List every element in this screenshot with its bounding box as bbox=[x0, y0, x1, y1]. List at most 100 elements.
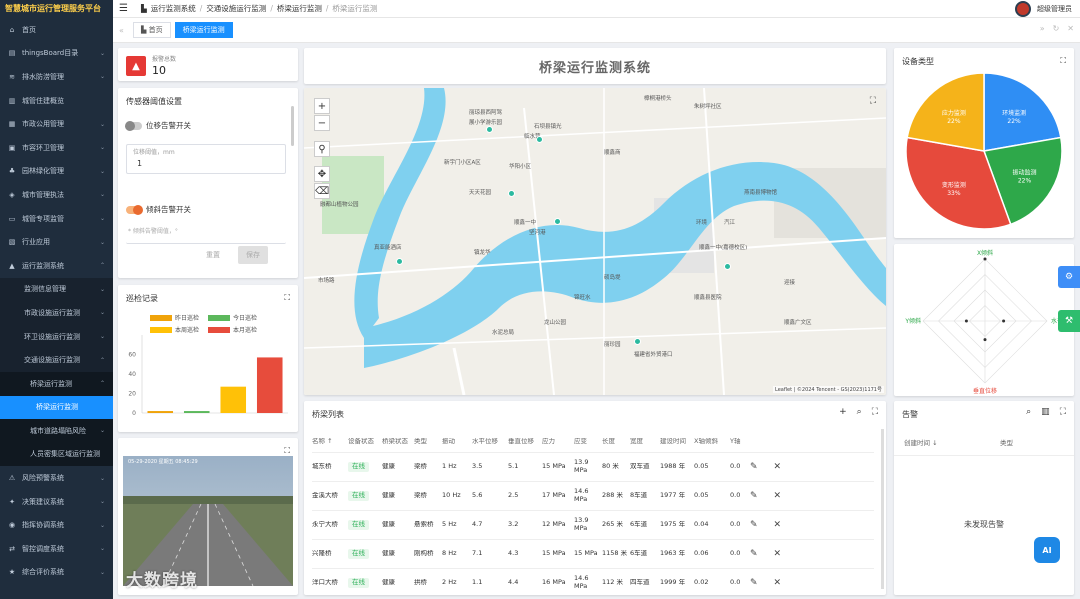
map-poi[interactable] bbox=[536, 136, 543, 143]
zoom-out-button[interactable]: − bbox=[314, 115, 330, 131]
search-icon[interactable]: ⌕ bbox=[1026, 407, 1031, 417]
bar[interactable] bbox=[220, 386, 247, 413]
table-row[interactable]: 金溪大桥 在线 健康 梁桥 10 Hz 5.6 2.5 17 MPa 14.6 MPa 288 米… bbox=[312, 482, 874, 511]
bar[interactable] bbox=[147, 411, 174, 413]
alarm-col-type[interactable]: 类型 bbox=[1000, 437, 1013, 447]
sidebar-item[interactable]: ▲ 运行监测系统 ⌃ bbox=[0, 254, 113, 278]
displacement-switch[interactable] bbox=[125, 120, 142, 131]
table-row[interactable]: 永宁大桥 在线 健康 悬索桥 5 Hz 4.7 3.2 12 MPa 13.9 MPa 265 米… bbox=[312, 511, 874, 540]
ai-assistant-icon[interactable]: AI bbox=[1034, 537, 1060, 563]
map-poi[interactable] bbox=[508, 190, 515, 197]
delete-icon[interactable]: ✕ bbox=[774, 520, 782, 530]
tools-side-icon[interactable]: ⚒ bbox=[1058, 310, 1080, 332]
sidebar-item[interactable]: 桥梁运行监测 bbox=[0, 395, 113, 420]
move-icon[interactable]: ✥ bbox=[314, 166, 330, 182]
delete-icon[interactable]: ✕ bbox=[774, 462, 782, 472]
displacement-input[interactable]: 位移阈值，mm 1 bbox=[126, 144, 286, 174]
alarm-col-time[interactable]: 创建时间 ↓ bbox=[904, 437, 938, 447]
sidebar-item[interactable]: ⌂ 首页 bbox=[0, 18, 113, 42]
breadcrumb-item[interactable]: 运行监测系统 bbox=[151, 3, 196, 14]
save-button[interactable]: 保存 bbox=[238, 246, 268, 264]
hamburger-icon[interactable]: ☰ bbox=[119, 3, 135, 14]
breadcrumb-item[interactable]: 交通设施运行监测 bbox=[206, 3, 266, 14]
zoom-in-button[interactable]: + bbox=[314, 98, 330, 114]
edit-icon[interactable]: ✎ bbox=[750, 578, 758, 588]
eraser-icon[interactable]: ⌫ bbox=[314, 183, 330, 199]
tag-bridge[interactable]: 桥梁运行监测 bbox=[174, 22, 233, 38]
column-header[interactable]: X轴倾斜 bbox=[694, 438, 730, 446]
sidebar-item[interactable]: ▭ 城管专项监管 ⌄ bbox=[0, 207, 113, 231]
sidebar-item[interactable]: ⚠ 风险预警系统 ⌄ bbox=[0, 466, 113, 490]
map-marker-icon[interactable]: ⚲ bbox=[314, 141, 330, 157]
sidebar-item[interactable]: ▥ 城管住建概览 bbox=[0, 89, 113, 113]
add-icon[interactable]: + bbox=[839, 407, 847, 417]
scrollbar[interactable] bbox=[881, 429, 884, 589]
sidebar-item[interactable]: ▤ thingsBoard目录 ⌄ bbox=[0, 42, 113, 66]
column-header[interactable]: 设备状态 bbox=[348, 438, 382, 446]
sidebar-item[interactable]: ▦ 市政公用管理 ⌄ bbox=[0, 112, 113, 136]
column-header[interactable]: Y轴 bbox=[730, 438, 744, 446]
column-header[interactable]: 建设时间 bbox=[660, 438, 694, 446]
tilt-input[interactable]: * 倾斜告警阈值，° bbox=[126, 224, 286, 244]
tilt-switch[interactable] bbox=[126, 204, 143, 215]
column-header[interactable]: 振动 bbox=[442, 438, 472, 446]
sidebar-item[interactable]: ⇄ 智控调度系统 ⌄ bbox=[0, 537, 113, 561]
column-header[interactable]: 应变 bbox=[574, 438, 602, 446]
delete-icon[interactable]: ✕ bbox=[774, 549, 782, 559]
map-poi[interactable] bbox=[634, 338, 641, 345]
bar[interactable] bbox=[183, 411, 210, 413]
map-canvas[interactable] bbox=[304, 88, 886, 395]
edit-icon[interactable]: ✎ bbox=[750, 520, 758, 530]
table-row[interactable]: 洋口大桥 在线 健康 拱桥 2 Hz 1.1 4.4 16 MPa 14.6 MPa 112 米四… bbox=[312, 569, 874, 595]
columns-icon[interactable]: ▥ bbox=[1041, 407, 1050, 417]
fullscreen-icon[interactable]: ⛶ bbox=[872, 407, 878, 417]
close-tags-icon[interactable]: ✕ bbox=[1067, 24, 1074, 33]
bar[interactable] bbox=[256, 357, 283, 413]
table-row[interactable]: 城东桥 在线 健康 梁桥 1 Hz 3.5 5.1 15 MPa 13.9 MPa 80 米 双车道… bbox=[312, 453, 874, 482]
sidebar-item[interactable]: ♣ 园林绿化管理 ⌄ bbox=[0, 160, 113, 184]
sidebar-item[interactable]: ▧ 行业应用 ⌄ bbox=[0, 230, 113, 254]
delete-icon[interactable]: ✕ bbox=[774, 491, 782, 501]
scrollbar[interactable] bbox=[291, 106, 294, 146]
refresh-icon[interactable]: ↻ bbox=[1053, 24, 1060, 33]
fullscreen-icon[interactable]: ⛶ bbox=[284, 446, 290, 456]
delete-icon[interactable]: ✕ bbox=[774, 578, 782, 588]
column-header[interactable]: 垂直位移 bbox=[508, 438, 542, 446]
sidebar-item[interactable]: 桥梁运行监测 ⌃ bbox=[0, 371, 113, 396]
column-header[interactable]: 水平位移 bbox=[472, 438, 508, 446]
sidebar-item[interactable]: ✦ 决策建议系统 ⌄ bbox=[0, 490, 113, 514]
avatar[interactable] bbox=[1015, 1, 1031, 17]
sidebar-item[interactable]: ★ 综合评价系统 ⌄ bbox=[0, 561, 113, 585]
edit-icon[interactable]: ✎ bbox=[750, 491, 758, 501]
fullscreen-icon[interactable]: ⛶ bbox=[1060, 407, 1066, 417]
fullscreen-icon[interactable]: ⛶ bbox=[870, 96, 876, 106]
settings-side-icon[interactable]: ⚙ bbox=[1058, 266, 1080, 288]
tag-home[interactable]: ▙ 首页 bbox=[133, 22, 171, 38]
breadcrumb-item[interactable]: 桥梁运行监测 bbox=[277, 3, 322, 14]
sidebar-item[interactable]: 交通设施运行监测 ⌃ bbox=[0, 348, 113, 372]
sidebar-item[interactable]: 市政设施运行监测 ⌄ bbox=[0, 301, 113, 325]
reset-button[interactable]: 重置 bbox=[198, 246, 228, 264]
sidebar-item[interactable]: ▣ 市容环卫管理 ⌄ bbox=[0, 136, 113, 160]
search-icon[interactable]: ⌕ bbox=[857, 407, 862, 417]
map-poi[interactable] bbox=[554, 218, 561, 225]
column-header[interactable]: 类型 bbox=[414, 438, 442, 446]
user-menu[interactable]: 超级管理员 bbox=[1015, 0, 1072, 18]
sidebar-item[interactable]: 人员密集区域运行监测 bbox=[0, 442, 113, 467]
map-poi[interactable] bbox=[724, 263, 731, 270]
sidebar-item[interactable]: 城市道路塌陷风险 ⌄ bbox=[0, 419, 113, 443]
edit-icon[interactable]: ✎ bbox=[750, 462, 758, 472]
tags-next-icon[interactable]: » bbox=[1040, 24, 1045, 33]
map-poi[interactable] bbox=[486, 126, 493, 133]
tags-prev-icon[interactable]: « bbox=[119, 26, 129, 35]
column-header[interactable]: 名称 ↑ bbox=[312, 438, 348, 446]
table-row[interactable]: 兴隆桥 在线 健康 刚构桥 8 Hz 7.1 4.3 15 MPa 15 MPa 1158 米 6车… bbox=[312, 540, 874, 569]
sidebar-item[interactable]: 监测信息管理 ⌄ bbox=[0, 277, 113, 302]
column-header[interactable]: 长度 bbox=[602, 438, 630, 446]
map-poi[interactable] bbox=[396, 258, 403, 265]
column-header[interactable]: 宽度 bbox=[630, 438, 660, 446]
sidebar-item[interactable]: ≋ 排水防涝管理 ⌄ bbox=[0, 65, 113, 89]
sidebar-item[interactable]: 环卫设施运行监测 ⌄ bbox=[0, 324, 113, 349]
column-header[interactable]: 应力 bbox=[542, 438, 574, 446]
sidebar-item[interactable]: ◈ 城市管理执法 ⌄ bbox=[0, 183, 113, 207]
